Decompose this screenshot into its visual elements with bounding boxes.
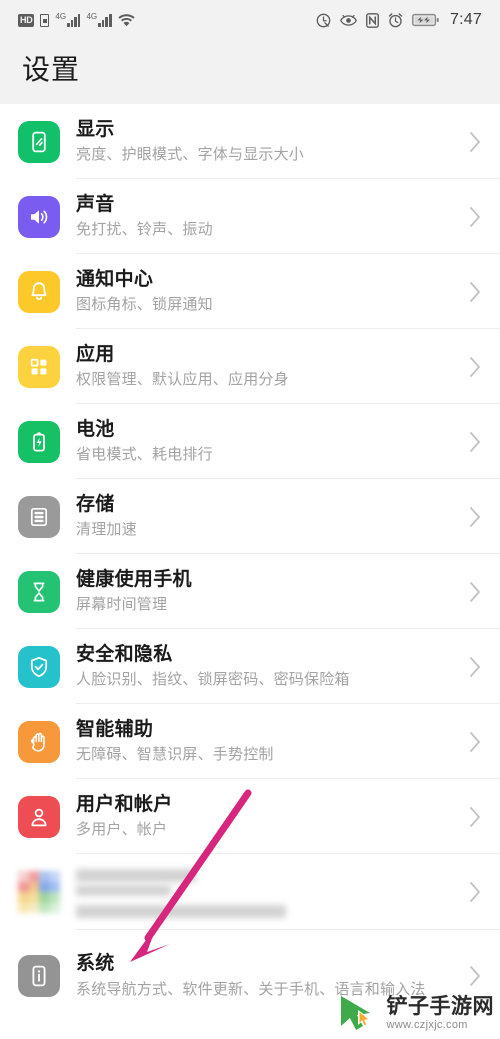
row-subtitle: 免打扰、铃声、振动 xyxy=(76,221,213,239)
row-text-block: 声音 免打扰、铃声、振动 xyxy=(76,183,452,251)
chevron-right-icon xyxy=(460,281,482,303)
settings-row-users-accounts[interactable]: 用户和帐户 多用户、帐户 xyxy=(0,779,500,854)
row-text-block: 健康使用手机 屏幕时间管理 xyxy=(76,558,452,626)
row-text-block: 应用 权限管理、默认应用、应用分身 xyxy=(76,333,452,401)
chevron-right-icon xyxy=(460,506,482,528)
cursor-arrow-logo-icon xyxy=(337,993,381,1033)
bell-icon xyxy=(18,270,60,313)
chevron-right-icon xyxy=(460,656,482,678)
sim-card-icon xyxy=(40,13,50,27)
storage-list-icon xyxy=(18,495,60,538)
user-account-icon xyxy=(18,795,60,838)
settings-row-redacted[interactable] xyxy=(0,854,500,930)
settings-row-battery[interactable]: 电池 省电模式、耗电排行 xyxy=(0,404,500,479)
app-grid-icon xyxy=(18,345,60,388)
chevron-right-icon xyxy=(460,731,482,753)
status-bar-clock: 7:47 xyxy=(450,11,482,28)
watermark-site-url: www.czjxjc.com xyxy=(386,1018,468,1031)
row-subtitle: 屏幕时间管理 xyxy=(76,596,168,614)
row-title: 电池 xyxy=(76,418,115,440)
phone-info-icon xyxy=(18,955,60,997)
page-header: 设置 xyxy=(0,40,500,104)
row-title: 显示 xyxy=(76,118,115,140)
chevron-right-icon xyxy=(460,881,482,903)
settings-screen: HD 4G 4G 7:47 设置 显示 亮度、护眼模式、字体与显示大小 声音 免… xyxy=(0,0,500,1039)
status-bar-right: 7:47 xyxy=(316,11,482,29)
row-text-block: 安全和隐私 人脸识别、指纹、锁屏密码、密码保险箱 xyxy=(76,633,452,701)
row-title: 健康使用手机 xyxy=(76,568,192,590)
chevron-right-icon xyxy=(460,131,482,153)
settings-row-security-privacy[interactable]: 安全和隐私 人脸识别、指纹、锁屏密码、密码保险箱 xyxy=(0,629,500,704)
hand-icon xyxy=(18,720,60,763)
row-text-block: 智能辅助 无障碍、智慧识屏、手势控制 xyxy=(76,708,452,776)
nfc-icon xyxy=(366,12,380,28)
display-icon xyxy=(18,120,60,163)
row-text-block: 用户和帐户 多用户、帐户 xyxy=(76,783,452,851)
settings-row-smart-assistance[interactable]: 智能辅助 无障碍、智慧识屏、手势控制 xyxy=(0,704,500,779)
redacted-title-block-2 xyxy=(76,885,171,896)
row-subtitle: 多用户、帐户 xyxy=(76,821,168,839)
chevron-right-icon xyxy=(460,806,482,828)
redacted-title-block xyxy=(76,869,196,882)
page-title: 设置 xyxy=(22,54,81,85)
row-subtitle: 人脸识别、指纹、锁屏密码、密码保险箱 xyxy=(76,671,350,689)
row-subtitle: 无障碍、智慧识屏、手势控制 xyxy=(76,746,274,764)
settings-list: 显示 亮度、护眼模式、字体与显示大小 声音 免打扰、铃声、振动 通知中心 图标角… xyxy=(0,104,500,1022)
row-text-block: 存储 清理加速 xyxy=(76,483,452,551)
row-title: 通知中心 xyxy=(76,268,154,290)
row-subtitle: 图标角标、锁屏通知 xyxy=(76,296,213,314)
row-subtitle: 亮度、护眼模式、字体与显示大小 xyxy=(76,146,305,164)
settings-row-display[interactable]: 显示 亮度、护眼模式、字体与显示大小 xyxy=(0,104,500,179)
row-title: 应用 xyxy=(76,343,115,365)
shield-check-icon xyxy=(18,645,60,688)
row-title: 智能辅助 xyxy=(76,718,154,740)
row-title: 存储 xyxy=(76,493,115,515)
hd-volte-icon: HD xyxy=(18,13,35,27)
settings-row-storage[interactable]: 存储 清理加速 xyxy=(0,479,500,554)
row-subtitle: 省电模式、耗电排行 xyxy=(76,446,213,464)
row-subtitle: 清理加速 xyxy=(76,521,137,539)
watermark-text: 铲子手游网 www.czjxjc.com xyxy=(387,996,495,1031)
redacted-subtitle-block xyxy=(76,905,286,918)
row-title: 系统 xyxy=(76,953,115,974)
row-text-block xyxy=(76,856,452,928)
chevron-right-icon xyxy=(460,431,482,453)
settings-row-notification-center[interactable]: 通知中心 图标角标、锁屏通知 xyxy=(0,254,500,329)
battery-icon xyxy=(18,420,60,463)
wifi-icon xyxy=(117,13,135,27)
chevron-right-icon xyxy=(460,581,482,603)
blurred-multicolor-icon xyxy=(18,871,60,913)
row-text-block: 通知中心 图标角标、锁屏通知 xyxy=(76,258,452,326)
signal-bars-icon-2: 4G xyxy=(86,12,112,27)
hourglass-icon xyxy=(18,570,60,613)
watermark-site-name: 铲子手游网 xyxy=(386,994,494,1018)
alarm-clock-icon xyxy=(388,12,403,28)
row-subtitle: 权限管理、默认应用、应用分身 xyxy=(76,371,289,389)
row-title: 声音 xyxy=(76,193,115,215)
chevron-right-icon xyxy=(460,356,482,378)
row-title: 安全和隐私 xyxy=(76,643,173,665)
chevron-right-icon xyxy=(460,965,482,987)
signal-bars-icon-1: 4G xyxy=(55,12,81,27)
eye-comfort-icon xyxy=(340,14,357,27)
sound-speaker-icon xyxy=(18,195,60,238)
row-title: 用户和帐户 xyxy=(76,793,173,815)
status-bar: HD 4G 4G 7:47 xyxy=(0,0,500,40)
site-watermark: 铲子手游网 www.czjxjc.com xyxy=(337,993,495,1033)
chevron-right-icon xyxy=(460,206,482,228)
settings-row-sound[interactable]: 声音 免打扰、铃声、振动 xyxy=(0,179,500,254)
settings-row-digital-balance[interactable]: 健康使用手机 屏幕时间管理 xyxy=(0,554,500,629)
row-text-block: 电池 省电模式、耗电排行 xyxy=(76,408,452,476)
timer-icon xyxy=(316,13,331,28)
network-type-label-1: 4G xyxy=(55,12,67,21)
network-type-label-2: 4G xyxy=(86,12,98,21)
status-bar-left: HD 4G 4G xyxy=(18,13,135,27)
row-text-block: 显示 亮度、护眼模式、字体与显示大小 xyxy=(76,108,452,176)
settings-row-apps[interactable]: 应用 权限管理、默认应用、应用分身 xyxy=(0,329,500,404)
battery-charging-icon xyxy=(412,13,439,27)
